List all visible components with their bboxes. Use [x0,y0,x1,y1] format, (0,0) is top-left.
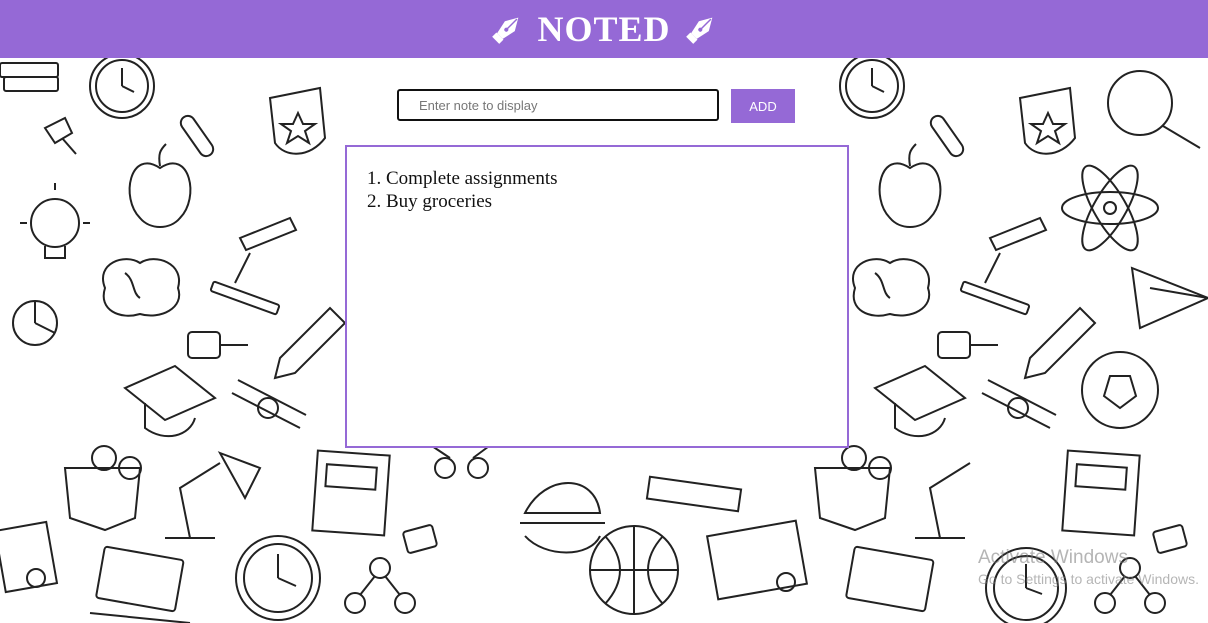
trophy-icon [268,86,327,155]
apple-icon [878,143,942,228]
basketball-icon [589,525,679,615]
paper-plane-icon [1130,266,1208,330]
trophy-icon [1018,86,1077,155]
pie-chart-icon [12,300,58,346]
laptop-icon [845,545,935,613]
laptop-icon [89,545,191,623]
certificate-icon [705,519,809,601]
certificate-icon [0,520,59,594]
notes-list: 1. Complete assignments 2. Buy groceries [367,167,827,213]
brain-icon [852,258,931,317]
note-input-row: ADD [397,89,795,123]
watermark-title: Activate Windows [978,547,1128,568]
notebook-icon [1061,449,1141,537]
pencil-icon [1023,306,1097,380]
pushpin-icon [187,331,248,359]
pocket-icon [63,445,142,532]
atom-icon [1061,164,1159,252]
graduation-cap-icon [123,364,217,438]
molecule-icon [344,557,416,614]
clock-icon [235,535,321,621]
pushpin-icon [937,331,998,359]
note-item: 2. Buy groceries [367,191,493,212]
notes-panel: 1. Complete assignments 2. Buy groceries [345,145,849,448]
os-activation-watermark: Activate Windows Go to Settings to activ… [978,546,1208,588]
desk-lamp-icon [165,451,262,539]
stapler-icon [402,524,438,554]
desk-lamp-icon [915,462,971,539]
ruler-icon [645,475,743,513]
app-header: NOTED [0,0,1208,58]
lightbulb-icon [20,183,90,259]
brain-icon [102,258,181,317]
paperclip-icon [179,114,215,158]
pushpin-icon [43,116,77,155]
app-title: NOTED [537,9,671,49]
watermark-subtitle: Go to Settings to activate Windows. [978,571,1199,587]
microscope-icon [959,216,1048,316]
pocket-icon [813,445,892,532]
clock-icon [839,58,905,119]
note-input[interactable] [397,89,719,121]
graduation-cap-icon [873,364,967,438]
microscope-icon [209,216,298,316]
clock-icon [89,58,155,119]
apple-icon [128,143,192,228]
add-button[interactable]: ADD [731,89,795,123]
books-icon [0,62,59,92]
pencil-icon [273,306,347,380]
paperclip-icon [929,114,965,158]
note-item: 1. Complete assignments [367,168,558,189]
fountain-pen-icon [681,9,721,49]
diploma-icon [981,379,1057,429]
soccer-ball-icon [1081,351,1159,429]
notebook-icon [311,449,391,537]
burger-icon [520,482,605,554]
magnifier-icon [1107,70,1201,149]
fountain-pen-icon [487,9,527,49]
diploma-icon [231,379,307,429]
